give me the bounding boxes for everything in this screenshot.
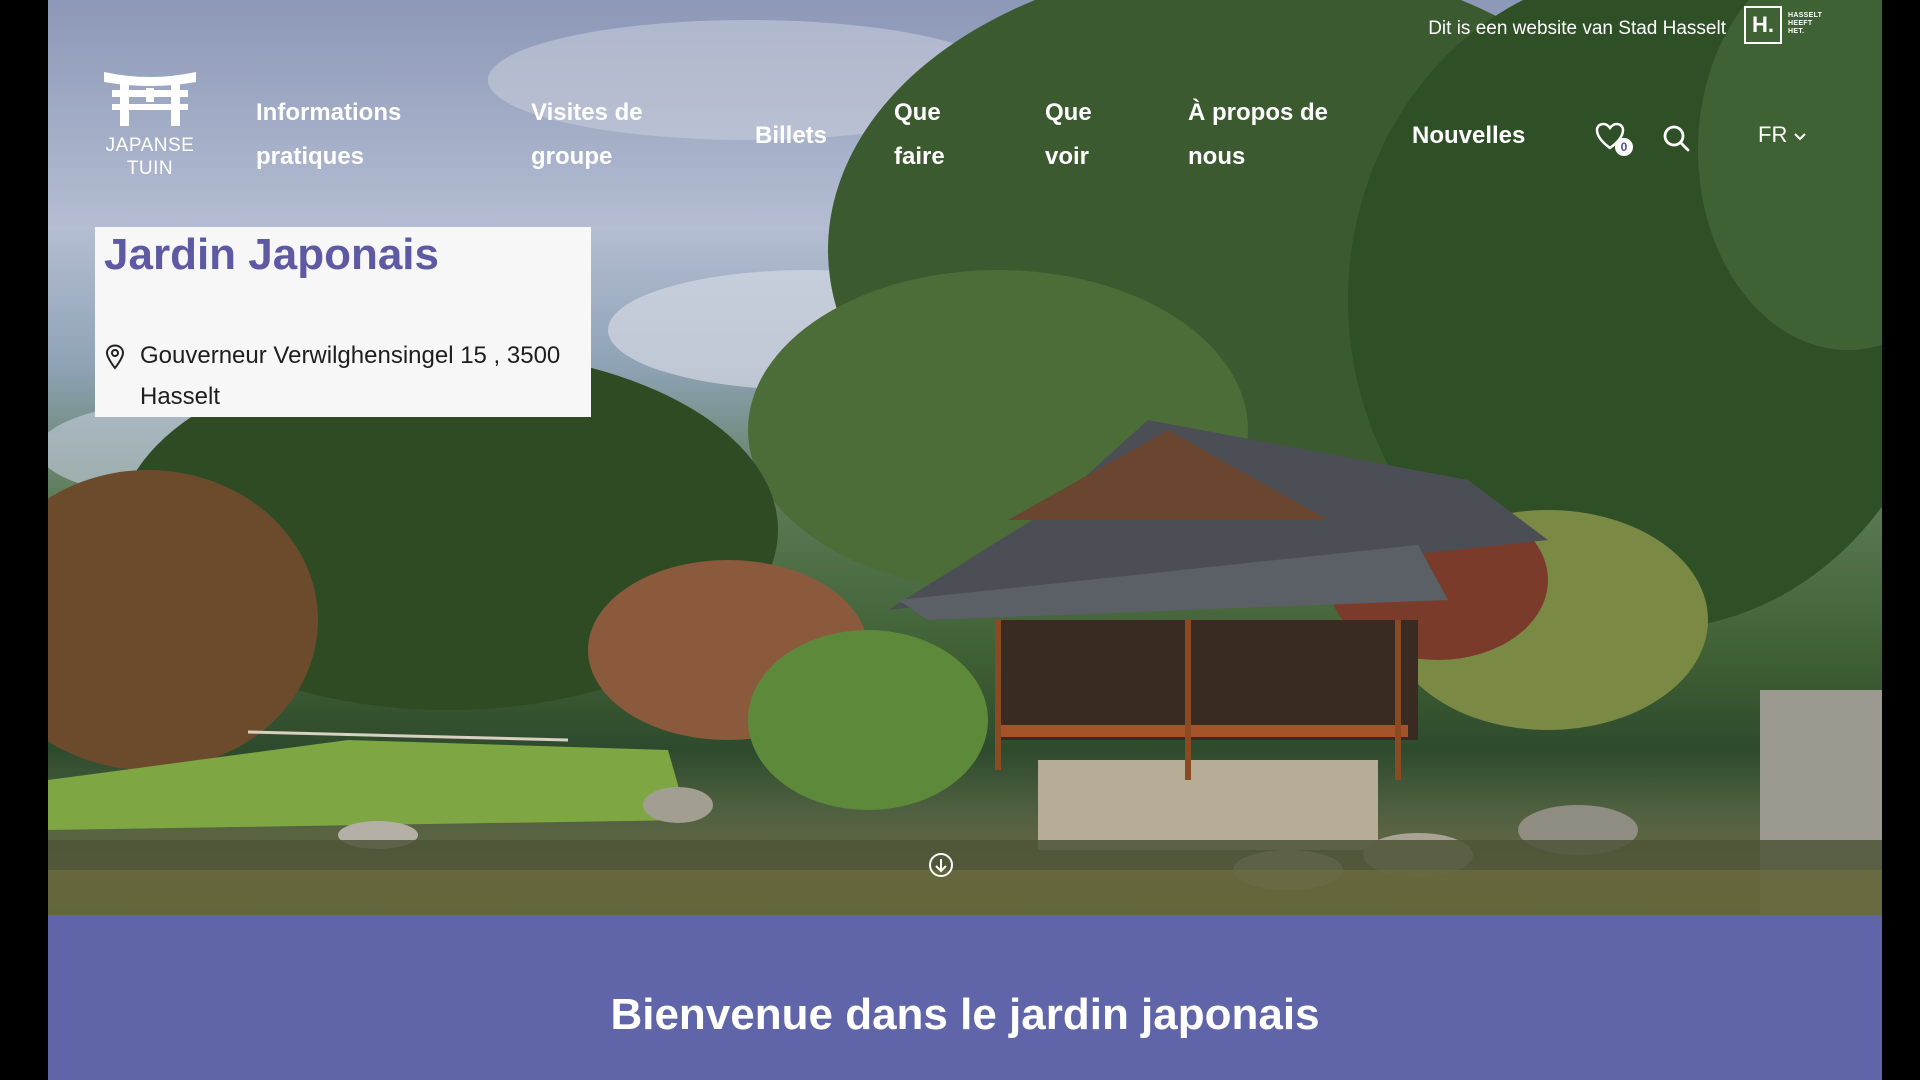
city-website-link[interactable]: Dit is een website van Stad Hasselt <box>1428 18 1726 40</box>
logo-line-1: JAPANSE <box>105 135 195 156</box>
nav-informations-pratiques[interactable]: Informations pratiques <box>256 91 401 179</box>
nav-label-line-1: Informations <box>256 99 402 126</box>
location-card: Jardin Japonais Gouverneur Verwilghensin… <box>95 227 591 417</box>
nav-label-line-2: groupe <box>531 143 613 170</box>
city-logo-tagline: HASSELT HEEFT HET. <box>1788 12 1823 35</box>
search-icon <box>1663 125 1690 152</box>
scroll-down-button[interactable] <box>928 852 954 878</box>
hero-section: Dit is een website van Stad Hasselt H. H… <box>48 0 1882 915</box>
arrow-down-circle-icon <box>929 853 953 877</box>
address-text: Gouverneur Verwilghensingel 15 , 3500 Ha… <box>140 342 561 410</box>
nav-label-line-1: Que <box>894 99 941 126</box>
nav-label-line-1: Visites de <box>531 99 643 126</box>
search-button[interactable] <box>1662 124 1692 154</box>
nav-label-line-1: À propos de <box>1188 99 1329 126</box>
welcome-heading: Bienvenue dans le jardin japonais <box>610 990 1320 1039</box>
favorites-count-badge: 0 <box>1615 138 1633 156</box>
logo-text: JAPANSE TUIN <box>100 134 200 180</box>
logo-line-2: TUIN <box>126 158 174 179</box>
nav-label-line-2: nous <box>1188 143 1246 170</box>
nav-label-line-2: voir <box>1045 143 1090 170</box>
city-logo-mark: H. <box>1744 6 1782 44</box>
nav-label-line-2: pratiques <box>256 143 365 170</box>
language-selector[interactable]: FR <box>1758 122 1807 148</box>
nav-label-line-1: Que <box>1045 99 1092 126</box>
language-label: FR <box>1758 122 1788 147</box>
favorites-button[interactable]: 0 <box>1595 122 1633 156</box>
page-frame: Dit is een website van Stad Hasselt H. H… <box>48 0 1882 1080</box>
torii-gate-icon <box>104 72 196 126</box>
welcome-section: Bienvenue dans le jardin japonais <box>48 915 1882 1080</box>
site-logo[interactable]: JAPANSE TUIN <box>100 68 200 180</box>
map-pin-icon <box>105 344 125 370</box>
chevron-down-icon <box>1794 133 1807 141</box>
city-logo[interactable]: H. HASSELT HEEFT HET. <box>1744 6 1828 48</box>
nav-label-line-2: faire <box>894 143 945 170</box>
nav-a-propos-de-nous[interactable]: À propos de nous <box>1188 91 1328 179</box>
nav-que-voir[interactable]: Que voir <box>1045 91 1092 179</box>
nav-visites-de-groupe[interactable]: Visites de groupe <box>531 91 643 179</box>
nav-label-line-1: Nouvelles <box>1412 122 1526 149</box>
nav-nouvelles[interactable]: Nouvelles <box>1412 114 1525 158</box>
page-title: Jardin Japonais <box>104 230 440 279</box>
nav-label-line-1: Billets <box>755 122 828 149</box>
nav-que-faire[interactable]: Que faire <box>894 91 945 179</box>
nav-billets[interactable]: Billets <box>755 114 827 158</box>
